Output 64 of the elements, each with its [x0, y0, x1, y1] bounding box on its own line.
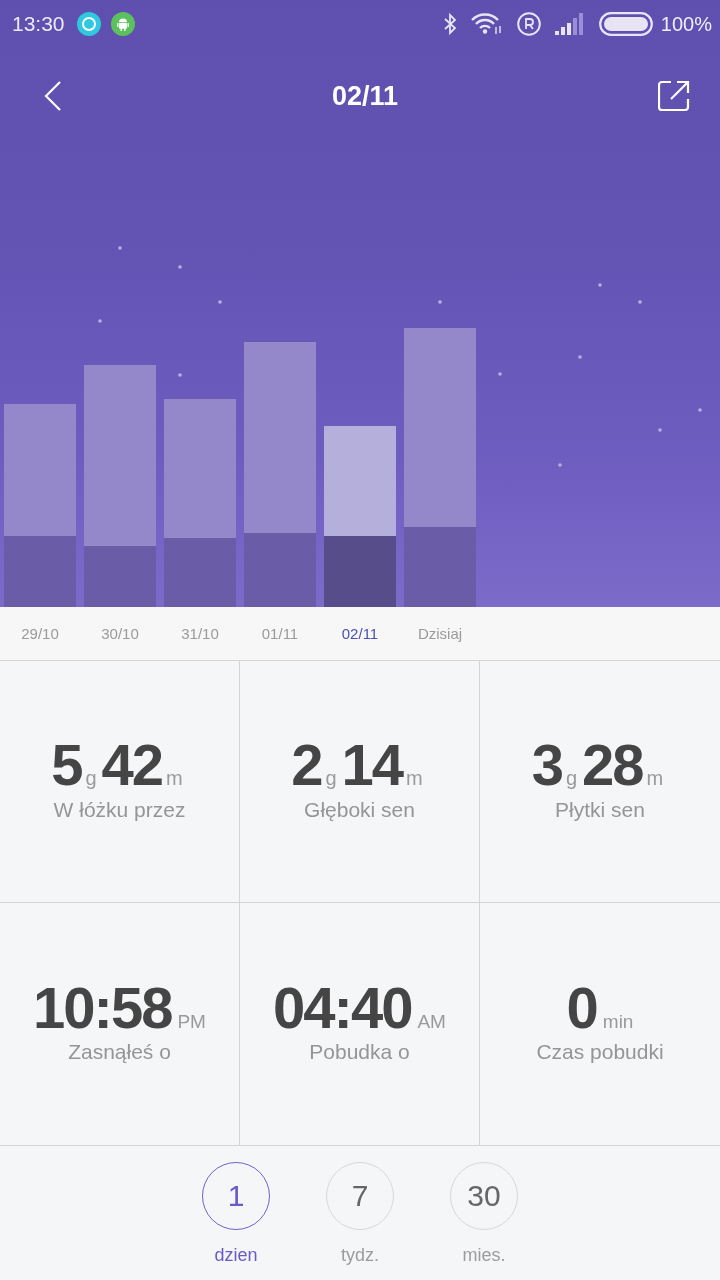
star-dot-icon [578, 355, 582, 359]
date-tab[interactable]: 30/10 [101, 623, 139, 644]
star-dot-icon [698, 408, 702, 412]
stat-value: 04:40 [273, 977, 412, 1039]
date-title: 02/11 [331, 80, 399, 112]
period-label: dzien [214, 1245, 258, 1266]
stat-unit: AM [417, 1010, 446, 1033]
hours-value: 5 [51, 735, 82, 796]
minutes-value: 28 [582, 735, 643, 796]
share-icon[interactable] [658, 80, 690, 112]
date-tab[interactable]: 02/11 [341, 623, 379, 644]
bluetooth-icon [442, 12, 457, 36]
star-dot-icon [658, 428, 662, 432]
hours-value: 2 [291, 735, 322, 796]
period-label: mies. [462, 1245, 506, 1266]
stat-unit: min [602, 1010, 634, 1033]
stat-label: W łóżku przez [53, 797, 186, 822]
minutes-unit: m [406, 767, 423, 791]
star-dot-icon [598, 283, 602, 287]
hours-unit: g [325, 767, 337, 791]
sleep-bar[interactable] [164, 399, 236, 607]
star-dot-icon [98, 319, 102, 323]
star-dot-icon [118, 246, 122, 250]
circled-r-icon [516, 12, 541, 36]
battery-percent: 100% [660, 12, 712, 36]
sleep-bar[interactable] [324, 426, 396, 607]
stat-label: Głęboki sen [304, 797, 415, 822]
ring-icon [76, 12, 101, 36]
star-dot-icon [438, 300, 442, 304]
star-dot-icon [178, 265, 182, 269]
minutes-value: 42 [101, 735, 163, 796]
battery-icon [598, 12, 653, 36]
hours-unit: g [565, 767, 578, 791]
hours-unit: g [85, 767, 97, 791]
sleep-bar[interactable] [84, 365, 156, 607]
stat-label: Czas pobudki [536, 1040, 664, 1065]
back-icon[interactable] [44, 81, 62, 111]
star-dot-icon [218, 300, 222, 304]
robot-icon [110, 12, 135, 36]
star-dot-icon [498, 372, 502, 376]
star-dot-icon [558, 463, 562, 467]
stat-label: Pobudka o [309, 1040, 410, 1065]
date-tab[interactable]: 31/10 [181, 623, 219, 644]
wifi-icon [470, 13, 503, 35]
stat-label: Zasnąłeś o [68, 1040, 171, 1065]
stat-value: 10:58 [33, 977, 172, 1039]
date-tab[interactable]: 01/11 [261, 623, 299, 644]
minutes-unit: m [166, 767, 183, 791]
clock-time: 13:30 [12, 12, 65, 36]
star-dot-icon [178, 373, 182, 377]
sleep-bar[interactable] [4, 404, 76, 607]
period-label: tydz. [341, 1245, 379, 1266]
stat-unit: PM [177, 1010, 206, 1033]
sleep-bar[interactable] [244, 342, 316, 607]
minutes-unit: m [646, 767, 664, 791]
sleep-bar[interactable] [404, 328, 476, 607]
star-dot-icon [638, 300, 642, 304]
minutes-value: 14 [341, 735, 403, 796]
signal-icon [554, 13, 585, 35]
date-tab[interactable]: Dzisiaj [417, 623, 463, 644]
hours-value: 3 [531, 735, 562, 796]
stat-label: Płytki sen [555, 797, 645, 822]
date-tab[interactable]: 29/10 [21, 623, 59, 644]
stat-value: 0 [566, 977, 597, 1039]
